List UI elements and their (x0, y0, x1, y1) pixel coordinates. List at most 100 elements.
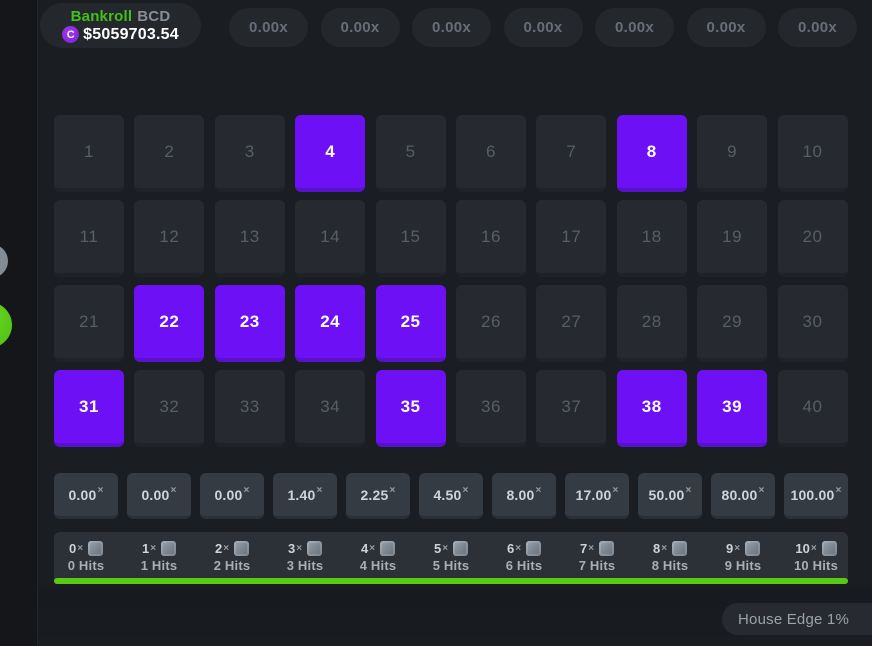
gem-icon (822, 541, 837, 556)
number-cell-27[interactable]: 27 (536, 285, 606, 362)
balance-value: $5059703.54 (83, 26, 179, 44)
number-cell-29[interactable]: 29 (697, 285, 767, 362)
number-cell-11[interactable]: 11 (54, 200, 124, 277)
coin-icon: C (62, 26, 79, 43)
number-grid: 1234567891011121314151617181920212223242… (54, 115, 848, 447)
payout-multiplier-5-hits: 4.50× (419, 473, 483, 519)
number-cell-7[interactable]: 7 (536, 115, 606, 192)
number-cell-37[interactable]: 37 (536, 370, 606, 447)
house-edge-label: House Edge 1% (738, 611, 849, 628)
number-cell-31[interactable]: 31 (54, 370, 124, 447)
hit-col-6: 6× 6 Hits (492, 532, 556, 578)
number-cell-5[interactable]: 5 (376, 115, 446, 192)
multiplier-x-suffix: × (244, 485, 250, 496)
number-cell-18[interactable]: 18 (617, 200, 687, 277)
number-cell-9[interactable]: 9 (697, 115, 767, 192)
number-cell-26[interactable]: 26 (456, 285, 526, 362)
side-widget-button-gray[interactable] (0, 244, 8, 278)
number-cell-35[interactable]: 35 (376, 370, 446, 447)
number-cell-17[interactable]: 17 (536, 200, 606, 277)
number-cell-23[interactable]: 23 (215, 285, 285, 362)
number-cell-19[interactable]: 19 (697, 200, 767, 277)
number-cell-20[interactable]: 20 (778, 200, 848, 277)
multiplier-value: 4.50 (433, 487, 461, 503)
multiplier-value: 0.00 (214, 487, 242, 503)
number-cell-21[interactable]: 21 (54, 285, 124, 362)
payout-multiplier-7-hits: 17.00× (565, 473, 629, 519)
hit-x-suffix: × (150, 543, 156, 554)
number-cell-40[interactable]: 40 (778, 370, 848, 447)
balance-row: C $5059703.54 (62, 26, 179, 44)
hits-grid: 0×0 Hits1×1 Hits2×2 Hits3×3 Hits4×4 Hits… (54, 532, 848, 578)
hit-multiplier-line: 6× (507, 541, 541, 556)
hit-count-label: 10 Hits (794, 558, 838, 573)
hit-multiplier-value: 8 (653, 541, 660, 556)
bankroll-label: Bankroll (71, 8, 133, 25)
hit-x-suffix: × (811, 543, 817, 554)
number-cell-22[interactable]: 22 (134, 285, 204, 362)
hit-col-8: 8×8 Hits (638, 532, 702, 578)
hit-count-label: 6 Hits (506, 558, 543, 573)
number-cell-24[interactable]: 24 (295, 285, 365, 362)
gem-icon (599, 541, 614, 556)
hit-col-9: 9×9 Hits (711, 532, 775, 578)
number-cell-6[interactable]: 6 (456, 115, 526, 192)
hit-multiplier-line: 3× (288, 541, 322, 556)
number-cell-13[interactable]: 13 (215, 200, 285, 277)
result-slot-5: 0.00x (595, 8, 674, 47)
hit-col-4: 4×4 Hits (346, 532, 410, 578)
multiplier-x-suffix: × (835, 485, 841, 496)
hit-x-suffix: × (442, 543, 448, 554)
hit-multiplier-line: 1× (142, 541, 176, 556)
gem-icon (745, 541, 760, 556)
hit-count-label: 1 Hits (141, 558, 178, 573)
number-cell-25[interactable]: 25 (376, 285, 446, 362)
progress-bar (54, 578, 848, 584)
multiplier-x-suffix: × (171, 485, 177, 496)
number-cell-12[interactable]: 12 (134, 200, 204, 277)
payout-multiplier-4-hits: 2.25× (346, 473, 410, 519)
number-cell-4[interactable]: 4 (295, 115, 365, 192)
hit-multiplier-value: 2 (215, 541, 222, 556)
number-cell-39[interactable]: 39 (697, 370, 767, 447)
number-cell-30[interactable]: 30 (778, 285, 848, 362)
number-cell-8[interactable]: 8 (617, 115, 687, 192)
multiplier-value: 0.00 (141, 487, 169, 503)
number-cell-36[interactable]: 36 (456, 370, 526, 447)
payout-multiplier-9-hits: 80.00× (711, 473, 775, 519)
number-cell-38[interactable]: 38 (617, 370, 687, 447)
multiplier-x-suffix: × (98, 485, 104, 496)
number-cell-34[interactable]: 34 (295, 370, 365, 447)
hit-count-label: 0 Hits (68, 558, 105, 573)
number-cell-10[interactable]: 10 (778, 115, 848, 192)
number-cell-16[interactable]: 16 (456, 200, 526, 277)
number-cell-14[interactable]: 14 (295, 200, 365, 277)
multiplier-x-suffix: × (463, 485, 469, 496)
gem-icon (161, 541, 176, 556)
result-slot-2: 0.00x (321, 8, 400, 47)
hit-col-3: 3×3 Hits (273, 532, 337, 578)
hit-count-label: 4 Hits (360, 558, 397, 573)
hit-col-1: 1× 1 Hits (127, 532, 191, 578)
result-slots-row: 0.00x0.00x0.00x0.00x0.00x0.00x0.00x (229, 8, 857, 47)
hit-x-suffix: × (515, 543, 521, 554)
number-cell-2[interactable]: 2 (134, 115, 204, 192)
multiplier-x-suffix: × (536, 485, 542, 496)
side-widget-button-green[interactable] (0, 302, 12, 348)
number-cell-28[interactable]: 28 (617, 285, 687, 362)
gem-icon (307, 541, 322, 556)
hit-multiplier-line: 9× (726, 541, 760, 556)
keno-game-screen: { "header": { "bankroll": { "label": "Ba… (0, 0, 872, 646)
number-cell-33[interactable]: 33 (215, 370, 285, 447)
number-cell-32[interactable]: 32 (134, 370, 204, 447)
hit-multiplier-line: 10× (795, 541, 836, 556)
hit-x-suffix: × (296, 543, 302, 554)
number-cell-15[interactable]: 15 (376, 200, 446, 277)
gem-icon (453, 541, 468, 556)
number-cell-1[interactable]: 1 (54, 115, 124, 192)
payout-multiplier-6-hits: 8.00× (492, 473, 556, 519)
number-cell-3[interactable]: 3 (215, 115, 285, 192)
payout-multiplier-8-hits: 50.00× (638, 473, 702, 519)
payout-multiplier-3-hits: 1.40× (273, 473, 337, 519)
hit-count-label: 2 Hits (214, 558, 251, 573)
